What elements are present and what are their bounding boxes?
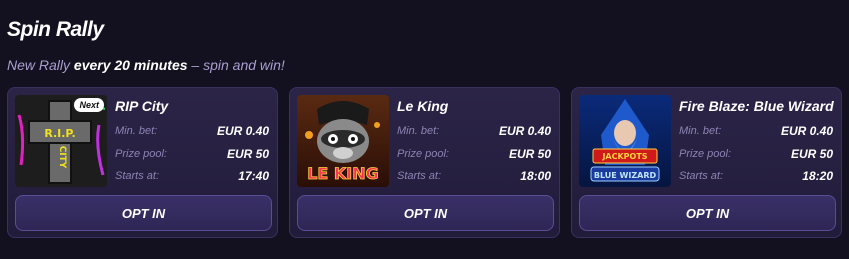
starts-at-label: Starts at: [397,170,442,182]
prize-pool-value: EUR 50 [508,147,551,161]
page-subtitle: New Rally every 20 minutes – spin and wi… [7,57,285,73]
prize-pool-label: Prize pool: [679,148,731,160]
game-thumbnail[interactable]: JACKPOTS BLUE WIZARD [579,95,671,187]
game-name: Fire Blaze: Blue Wizard [679,98,834,114]
subtitle-pre: New Rally [7,57,74,73]
min-bet-value: EUR 0.40 [780,124,833,138]
next-badge: Next [74,98,104,112]
starts-at-row: Starts at: 18:20 [679,168,833,184]
prize-pool-value: EUR 50 [226,147,269,161]
min-bet-label: Min. bet: [679,125,722,137]
starts-at-row: Starts at: 18:00 [397,168,551,184]
min-bet-label: Min. bet: [115,125,158,137]
game-name: Le King [397,98,449,114]
game-thumbnail[interactable]: R.I.P. CITY Next [15,95,107,187]
game-thumbnail[interactable]: LE KING [297,95,389,187]
rally-card-rip-city: R.I.P. CITY Next RIP City Min. bet: EUR … [7,87,278,238]
min-bet-row: Min. bet: EUR 0.40 [115,123,269,139]
thumb-text-rip: R.I.P. [44,127,75,140]
min-bet-value: EUR 0.40 [498,124,551,138]
le-king-raccoon-icon: LE KING [297,95,389,187]
thumb-text-city: CITY [57,146,67,169]
min-bet-value: EUR 0.40 [216,124,269,138]
prize-pool-label: Prize pool: [115,148,167,160]
min-bet-row: Min. bet: EUR 0.40 [679,123,833,139]
game-name: RIP City [115,98,169,114]
subtitle-bold: every 20 minutes [73,57,188,73]
prize-pool-label: Prize pool: [397,148,449,160]
prize-pool-row: Prize pool: EUR 50 [397,146,551,162]
starts-at-row: Starts at: 17:40 [115,168,269,184]
min-bet-row: Min. bet: EUR 0.40 [397,123,551,139]
thumb-text-le-king: LE KING [307,164,379,183]
rally-card-blue-wizard: JACKPOTS BLUE WIZARD Fire Blaze: Blue Wi… [571,87,842,238]
thumb-text-jackpots: JACKPOTS [601,152,647,161]
starts-at-value: 18:20 [802,169,833,183]
thumb-text-blue-wizard: BLUE WIZARD [594,171,657,180]
rally-card-le-king: LE KING Le King Min. bet: EUR 0.40 Prize… [289,87,560,238]
subtitle-post: – spin and win! [187,57,285,73]
opt-in-button[interactable]: OPT IN [297,195,554,231]
opt-in-button[interactable]: OPT IN [15,195,272,231]
opt-in-button[interactable]: OPT IN [579,195,836,231]
blue-wizard-icon: JACKPOTS BLUE WIZARD [579,95,671,187]
min-bet-label: Min. bet: [397,125,440,137]
prize-pool-row: Prize pool: EUR 50 [115,146,269,162]
starts-at-value: 18:00 [520,169,551,183]
starts-at-label: Starts at: [115,170,160,182]
prize-pool-row: Prize pool: EUR 50 [679,146,833,162]
page-title: Spin Rally [7,18,104,41]
starts-at-value: 17:40 [238,169,269,183]
prize-pool-value: EUR 50 [790,147,833,161]
starts-at-label: Starts at: [679,170,724,182]
